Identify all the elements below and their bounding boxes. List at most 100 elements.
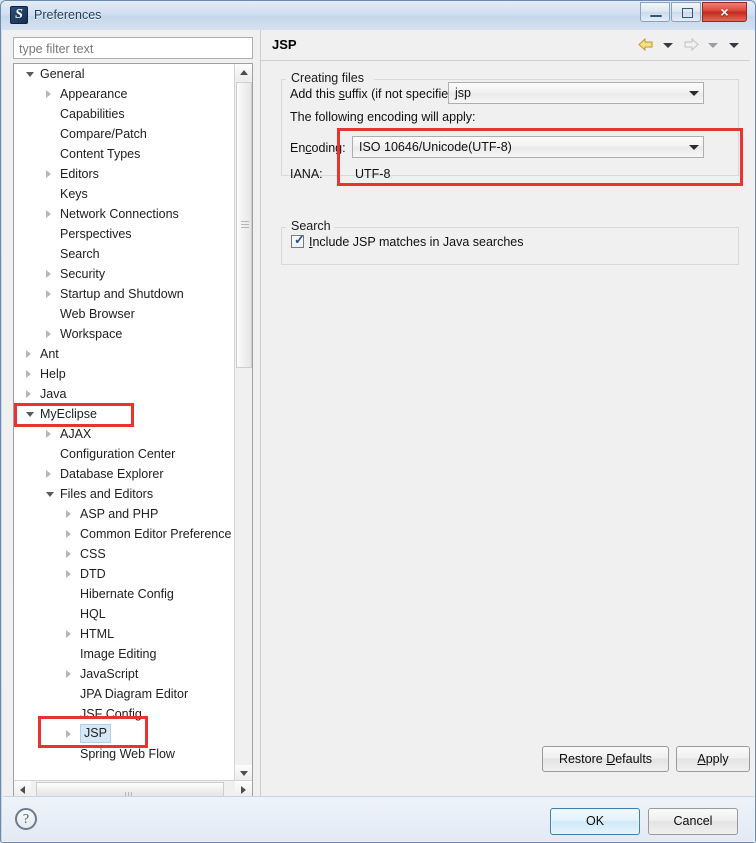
tree-expand-arrow-right-icon[interactable]: [66, 550, 71, 558]
tree-expand-arrow-right-icon[interactable]: [46, 430, 51, 438]
tree-item-label: Ant: [40, 347, 59, 361]
preference-page-header: JSP: [261, 30, 750, 61]
tree-item-search[interactable]: Search: [14, 244, 236, 264]
tree-expand-arrow-right-icon[interactable]: [66, 730, 71, 738]
tree-item-myeclipse[interactable]: MyEclipse: [14, 404, 236, 424]
tree-item-startup-and-shutdown[interactable]: Startup and Shutdown: [14, 284, 236, 304]
tree-item-spring-web-flow[interactable]: Spring Web Flow: [14, 744, 236, 764]
tree-expand-arrow-right-icon[interactable]: [46, 210, 51, 218]
tree-item-hql[interactable]: HQL: [14, 604, 236, 624]
suffix-combo-chevron-down-icon[interactable]: [686, 83, 703, 103]
help-icon[interactable]: ?: [15, 808, 37, 830]
tree-item-label: Appearance: [60, 87, 128, 101]
tree-item-hibernate-config[interactable]: Hibernate Config: [14, 584, 236, 604]
tree-item-label: Configuration Center: [60, 447, 176, 461]
encoding-combo-chevron-down-icon[interactable]: [686, 137, 703, 157]
tree-expand-arrow-right-icon[interactable]: [46, 170, 51, 178]
tree-item-database-explorer[interactable]: Database Explorer: [14, 464, 236, 484]
tree-item-dtd[interactable]: DTD: [14, 564, 236, 584]
tree-expand-arrow-right-icon[interactable]: [66, 530, 71, 538]
encoding-combo-value: ISO 10646/Unicode(UTF-8): [359, 140, 512, 154]
maximize-icon: [682, 8, 693, 18]
search-input[interactable]: type filter text: [13, 37, 253, 59]
tree-expand-arrow-right-icon[interactable]: [46, 330, 51, 338]
back-arrow-icon[interactable]: [637, 36, 655, 53]
tree-expand-arrow-right-icon[interactable]: [66, 670, 71, 678]
apply-button[interactable]: Apply: [676, 746, 750, 772]
tree-item-asp-and-php[interactable]: ASP and PHP: [14, 504, 236, 524]
tree-expand-arrow-right-icon[interactable]: [46, 470, 51, 478]
tree-item-label: JSP: [80, 724, 111, 743]
preference-tree[interactable]: General Appearance Capabilities Compare/Pat…: [13, 63, 253, 799]
tree-item-general[interactable]: General: [14, 64, 236, 84]
tree-item-network-connections[interactable]: Network Connections: [14, 204, 236, 224]
tree-item-capabilities[interactable]: Capabilities: [14, 104, 236, 124]
minimize-button[interactable]: [640, 2, 670, 22]
back-history-chevron-down-icon[interactable]: [661, 36, 675, 53]
tree-item-appearance[interactable]: Appearance: [14, 84, 236, 104]
include-jsp-matches-checkbox[interactable]: ✓: [291, 233, 305, 248]
tree-item-java[interactable]: Java: [14, 384, 236, 404]
ok-button[interactable]: OK: [550, 808, 640, 835]
tree-expand-arrow-right-icon[interactable]: [46, 290, 51, 298]
tree-item-label: Capabilities: [60, 107, 125, 121]
tree-item-image-editing[interactable]: Image Editing: [14, 644, 236, 664]
tree-item-css[interactable]: CSS: [14, 544, 236, 564]
tree-item-ant[interactable]: Ant: [14, 344, 236, 364]
myeclipse-logo-icon: S: [10, 6, 28, 24]
forward-arrow-icon: [682, 36, 700, 53]
tree-item-jsf-config[interactable]: JSF Config: [14, 704, 236, 724]
tree-item-jpa-diagram-editor[interactable]: JPA Diagram Editor: [14, 684, 236, 704]
tree-item-files-and-editors[interactable]: Files and Editors: [14, 484, 236, 504]
cancel-button[interactable]: Cancel: [648, 808, 738, 835]
tree-expand-arrow-down-icon[interactable]: [46, 492, 54, 497]
tree-expand-arrow-right-icon[interactable]: [66, 510, 71, 518]
tree-item-configuration-center[interactable]: Configuration Center: [14, 444, 236, 464]
restore-defaults-label-accel: D: [606, 752, 616, 766]
window-title: Preferences: [34, 8, 102, 22]
tree-item-html[interactable]: HTML: [14, 624, 236, 644]
tree-item-content-types[interactable]: Content Types: [14, 144, 236, 164]
tree-expand-arrow-right-icon[interactable]: [26, 390, 31, 398]
tree-item-label: CSS: [80, 547, 106, 561]
tree-expand-arrow-right-icon[interactable]: [66, 630, 71, 638]
tree-item-perspectives[interactable]: Perspectives: [14, 224, 236, 244]
tree-item-compare-patch[interactable]: Compare/Patch: [14, 124, 236, 144]
tree-expand-arrow-right-icon[interactable]: [46, 270, 51, 278]
tree-item-editors[interactable]: Editors: [14, 164, 236, 184]
restore-defaults-button[interactable]: Restore Defaults: [542, 746, 669, 772]
tree-item-keys[interactable]: Keys: [14, 184, 236, 204]
scroll-up-button[interactable]: [235, 64, 252, 81]
tree-item-common-editor-preference[interactable]: Common Editor Preference: [14, 524, 236, 544]
tree-item-label: Hibernate Config: [80, 587, 174, 601]
suffix-combo[interactable]: jsp: [448, 82, 704, 104]
tree-expand-arrow-right-icon[interactable]: [26, 370, 31, 378]
tree-vertical-scrollbar[interactable]: [234, 64, 252, 782]
tree-expand-arrow-right-icon[interactable]: [46, 90, 51, 98]
encoding-combo[interactable]: ISO 10646/Unicode(UTF-8): [352, 136, 704, 158]
tree-item-label: Image Editing: [80, 647, 157, 661]
search-group-label: Search: [288, 219, 334, 233]
tree-expand-arrow-down-icon[interactable]: [26, 72, 34, 77]
tree-expand-arrow-right-icon[interactable]: [66, 570, 71, 578]
tree-item-ajax[interactable]: AJAX: [14, 424, 236, 444]
tree-item-jsp[interactable]: JSP: [14, 724, 236, 744]
iana-value: UTF-8: [355, 167, 391, 181]
tree-item-workspace[interactable]: Workspace: [14, 324, 236, 344]
scroll-grip-icon: [125, 787, 135, 798]
apply-label-accel: A: [697, 752, 706, 766]
maximize-button[interactable]: [671, 2, 701, 22]
tree-vertical-scroll-thumb[interactable]: [236, 82, 252, 368]
tree-item-label: MyEclipse: [40, 407, 97, 421]
tree-item-security[interactable]: Security: [14, 264, 236, 284]
tree-expand-arrow-down-icon[interactable]: [26, 412, 34, 417]
dialog-button-bar: ? OK Cancel: [3, 796, 754, 841]
encoding-label-pre: En: [290, 141, 306, 155]
view-menu-chevron-down-icon[interactable]: [727, 36, 741, 53]
tree-item-help[interactable]: Help: [14, 364, 236, 384]
tree-item-javascript[interactable]: JavaScript: [14, 664, 236, 684]
tree-expand-arrow-right-icon[interactable]: [26, 350, 31, 358]
tree-item-web-browser[interactable]: Web Browser: [14, 304, 236, 324]
tree-item-label: Common Editor Preference: [80, 527, 232, 541]
close-button[interactable]: ×: [702, 2, 747, 22]
